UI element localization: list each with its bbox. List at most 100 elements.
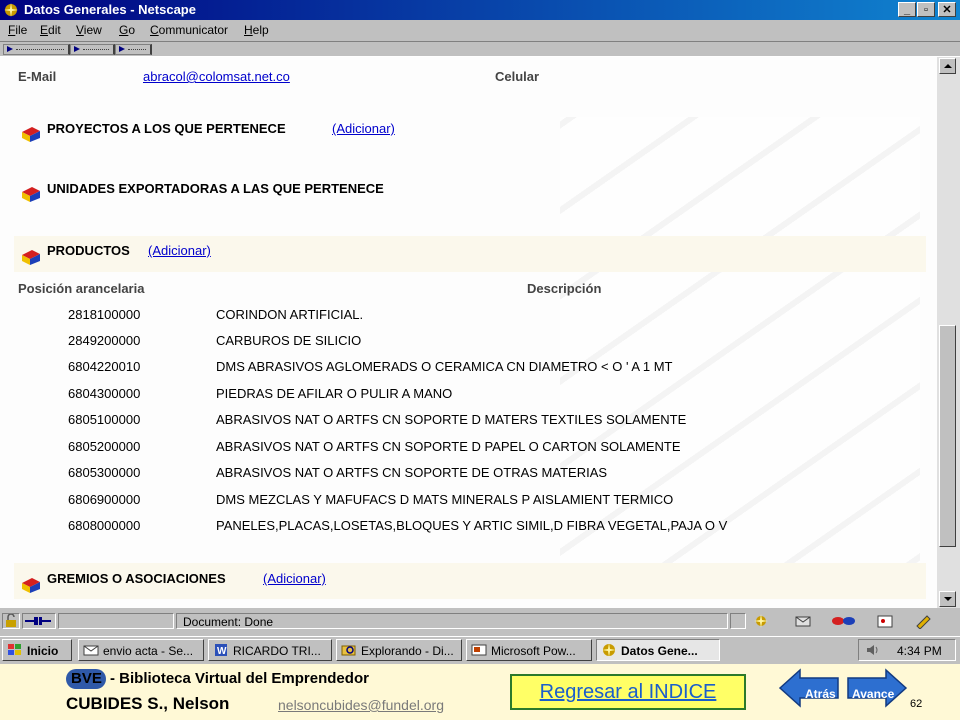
slide-number: 62 xyxy=(910,698,923,710)
task-label: Microsoft Pow... xyxy=(491,644,576,658)
row-code: 6805200000 xyxy=(68,439,141,454)
task-label: Explorando - Di... xyxy=(361,644,454,658)
security-lock-icon[interactable] xyxy=(2,613,20,629)
toolbar-tab-location[interactable] xyxy=(70,44,115,55)
row-code: 6805300000 xyxy=(68,465,141,480)
task-envio-acta[interactable]: envio acta - Se... xyxy=(78,639,204,661)
row-description: CARBUROS DE SILICIO xyxy=(216,333,362,348)
svg-text:W: W xyxy=(217,646,227,657)
task-label: Datos Gene... xyxy=(621,644,698,658)
vertical-scrollbar[interactable] xyxy=(937,57,960,608)
edit-pencil-icon[interactable] xyxy=(914,613,936,630)
menu-go[interactable]: Go xyxy=(119,23,135,37)
regresar-indice-button[interactable]: Regresar al INDICE xyxy=(510,674,746,710)
netscape-icon xyxy=(602,643,616,657)
navigator-icon[interactable] xyxy=(752,613,772,629)
scroll-up-button[interactable] xyxy=(939,58,956,74)
composer-icon[interactable] xyxy=(876,613,896,629)
task-explorando[interactable]: Explorando - Di... xyxy=(336,639,462,661)
celular-label: Celular xyxy=(495,69,540,84)
section-bullet-icon xyxy=(22,578,40,593)
powerpoint-icon xyxy=(471,644,487,656)
row-code: 2849200000 xyxy=(68,333,141,348)
arrow-up-icon xyxy=(944,64,952,68)
email-envelope-icon xyxy=(83,645,99,656)
toolbar-tab-personal[interactable] xyxy=(115,44,152,55)
scroll-down-button[interactable] xyxy=(939,591,956,607)
task-label: envio acta - Se... xyxy=(103,644,194,658)
folder-search-icon xyxy=(341,645,356,656)
menu-view[interactable]: View xyxy=(76,23,102,37)
row-code: 6808000000 xyxy=(68,518,141,533)
section-bullet-icon xyxy=(22,127,40,142)
row-description: ABRASIVOS NAT O ARTFS CN SOPORTE D PAPEL… xyxy=(216,439,681,454)
speaker-icon[interactable] xyxy=(865,643,881,657)
row-description: DMS MEZCLAS Y MAFUFACS D MATS MINERALS P… xyxy=(216,492,674,507)
row-description: DMS ABRASIVOS AGLOMERADS O CERAMICA CN D… xyxy=(216,359,673,374)
mail-icon[interactable] xyxy=(794,613,814,629)
status-bar: Document: Done xyxy=(0,610,960,634)
row-code: 6804300000 xyxy=(68,386,141,401)
email-label: E-Mail xyxy=(18,69,57,84)
section-bullet-icon xyxy=(22,250,40,265)
proyectos-add-link[interactable]: (Adicionar) xyxy=(332,121,395,136)
gremios-add-link[interactable]: (Adicionar) xyxy=(263,571,326,586)
row-description: PANELES,PLACAS,LOSETAS,BLOQUES Y ARTIC S… xyxy=(216,518,728,533)
windows-logo-icon xyxy=(8,644,21,655)
status-cell xyxy=(730,613,746,629)
section-title-unidades: UNIDADES EXPORTADORAS A LAS QUE PERTENEC… xyxy=(47,181,384,196)
back-label: Atrás xyxy=(805,687,836,701)
progress-panel xyxy=(58,613,174,629)
arrow-down-icon xyxy=(944,597,952,601)
menu-bar: File Edit View Go Communicator Help xyxy=(0,20,960,41)
column-header-code: Posición arancelaria xyxy=(18,281,145,296)
title-bar[interactable]: Datos Generales - Netscape _ ▫ ✕ xyxy=(0,0,960,20)
forward-label: Avance xyxy=(852,687,895,701)
toolbar-strip xyxy=(0,41,960,57)
minimize-button[interactable]: _ xyxy=(898,2,916,17)
section-bullet-icon xyxy=(22,187,40,202)
footer-email-link[interactable]: nelsoncubides@fundel.org xyxy=(278,697,444,713)
page-content: E-Mail abracol@colomsat.net.co Celular P… xyxy=(0,57,937,608)
row-code: 6804220010 xyxy=(68,359,141,374)
start-button[interactable]: Inicio xyxy=(2,639,72,661)
taskbar: Inicio envio acta - Se... W RICARDO TRI.… xyxy=(0,636,960,664)
connection-icon xyxy=(22,613,56,629)
scroll-thumb[interactable] xyxy=(939,325,956,547)
menu-file[interactable]: File xyxy=(8,23,27,37)
footer-author: CUBIDES S., Nelson xyxy=(66,694,230,713)
word-document-icon: W xyxy=(215,644,227,657)
menu-edit[interactable]: Edit xyxy=(40,23,61,37)
row-code: 6806900000 xyxy=(68,492,141,507)
task-powerpoint[interactable]: Microsoft Pow... xyxy=(466,639,592,661)
toolbar-tab-navigation[interactable] xyxy=(3,44,70,55)
status-text: Document: Done xyxy=(183,615,274,629)
section-title-proyectos: PROYECTOS A LOS QUE PERTENECE xyxy=(47,121,286,136)
task-label: RICARDO TRI... xyxy=(233,644,321,658)
productos-add-link[interactable]: (Adicionar) xyxy=(148,243,211,258)
netscape-icon xyxy=(4,3,18,17)
row-description: PIEDRAS DE AFILAR O PULIR A MANO xyxy=(216,386,453,401)
slide-footer: BVE - Biblioteca Virtual del Emprendedor… xyxy=(0,664,960,720)
clock: 4:34 PM xyxy=(897,644,942,658)
email-link[interactable]: abracol@colomsat.net.co xyxy=(143,69,290,84)
section-title-productos: PRODUCTOS xyxy=(47,243,130,258)
column-header-description: Descripción xyxy=(527,281,602,296)
status-text-panel: Document: Done xyxy=(176,613,728,629)
row-description: ABRASIVOS NAT O ARTFS CN SOPORTE D MATER… xyxy=(216,412,687,427)
task-ricardo[interactable]: W RICARDO TRI... xyxy=(208,639,332,661)
close-button[interactable]: ✕ xyxy=(938,2,956,17)
window-title: Datos Generales - Netscape xyxy=(24,2,196,17)
task-datos-generales[interactable]: Datos Gene... xyxy=(596,639,720,661)
menu-help[interactable]: Help xyxy=(244,23,269,37)
bve-label: BVE xyxy=(71,670,102,687)
footer-line1: - Biblioteca Virtual del Emprendedor xyxy=(110,670,369,687)
start-label: Inicio xyxy=(27,644,59,658)
maximize-button[interactable]: ▫ xyxy=(917,2,935,17)
row-description: ABRASIVOS NAT O ARTFS CN SOPORTE DE OTRA… xyxy=(216,465,608,480)
row-description: CORINDON ARTIFICIAL. xyxy=(216,307,364,322)
system-tray: 4:34 PM xyxy=(858,639,956,661)
discussion-icon[interactable] xyxy=(830,613,860,629)
menu-communicator[interactable]: Communicator xyxy=(150,23,228,37)
row-code: 6805100000 xyxy=(68,412,141,427)
